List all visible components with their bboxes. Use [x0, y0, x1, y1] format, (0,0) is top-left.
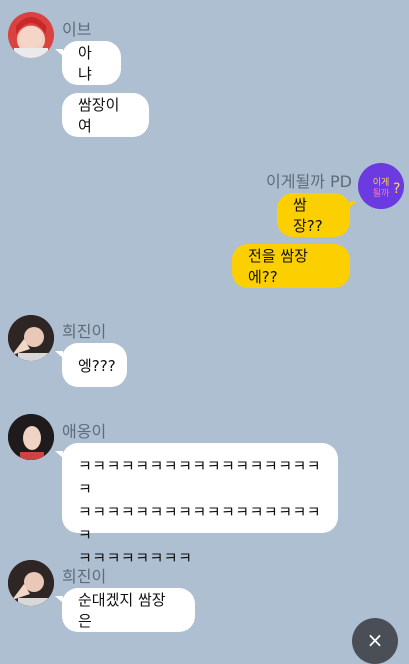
- avatar-eve[interactable]: [8, 12, 54, 58]
- heejin-portrait-icon: [8, 560, 54, 606]
- close-icon: ×: [366, 628, 384, 652]
- sender-name: 희진이: [62, 322, 107, 341]
- svg-text:될까: 될까: [373, 188, 390, 199]
- message-bubble[interactable]: ㅋㅋㅋㅋㅋㅋㅋㅋㅋㅋㅋㅋㅋㅋㅋㅋㅋㅋ ㅋㅋㅋㅋㅋㅋㅋㅋㅋㅋㅋㅋㅋㅋㅋㅋㅋㅋ ㅋㅋ…: [55, 443, 338, 567]
- my-message-bubble[interactable]: 전을 쌈장에??: [232, 244, 350, 288]
- message-line: ㅋㅋㅋㅋㅋㅋㅋㅋㅋㅋㅋㅋㅋㅋㅋㅋㅋㅋ: [78, 457, 322, 498]
- sender-name: 희진이: [62, 567, 107, 586]
- avatar-heejin[interactable]: [8, 560, 54, 606]
- heejin-portrait-icon: [8, 315, 54, 361]
- message-bubble[interactable]: 아냐: [55, 41, 121, 85]
- aeong-portrait-icon: [8, 414, 54, 460]
- eve-portrait-icon: [14, 17, 48, 58]
- sender-name: 이게될까 PD: [266, 172, 352, 191]
- message-bubble[interactable]: 순대겠지 쌈장은: [55, 588, 195, 632]
- message-line: ㅋㅋㅋㅋㅋㅋㅋㅋㅋㅋㅋㅋㅋㅋㅋㅋㅋㅋ: [78, 503, 322, 544]
- avatar-heejin[interactable]: [8, 315, 54, 361]
- svg-text:이게: 이게: [373, 177, 390, 188]
- message-bubble[interactable]: 엥???: [55, 343, 127, 387]
- sender-name: 이브: [62, 20, 92, 39]
- my-message-bubble[interactable]: 쌈장??: [277, 193, 357, 237]
- message-bubble[interactable]: 쌈장이여: [62, 93, 149, 137]
- close-button[interactable]: ×: [352, 618, 398, 664]
- svg-text:?: ?: [393, 181, 400, 197]
- pd-logo-icon: 이게 될까 ?: [358, 163, 404, 209]
- avatar-aeong[interactable]: [8, 414, 54, 460]
- sender-name: 애옹이: [62, 422, 107, 441]
- message-line: ㅋㅋㅋㅋㅋㅋㅋㅋ: [78, 549, 193, 567]
- avatar-pd[interactable]: 이게 될까 ?: [358, 163, 404, 209]
